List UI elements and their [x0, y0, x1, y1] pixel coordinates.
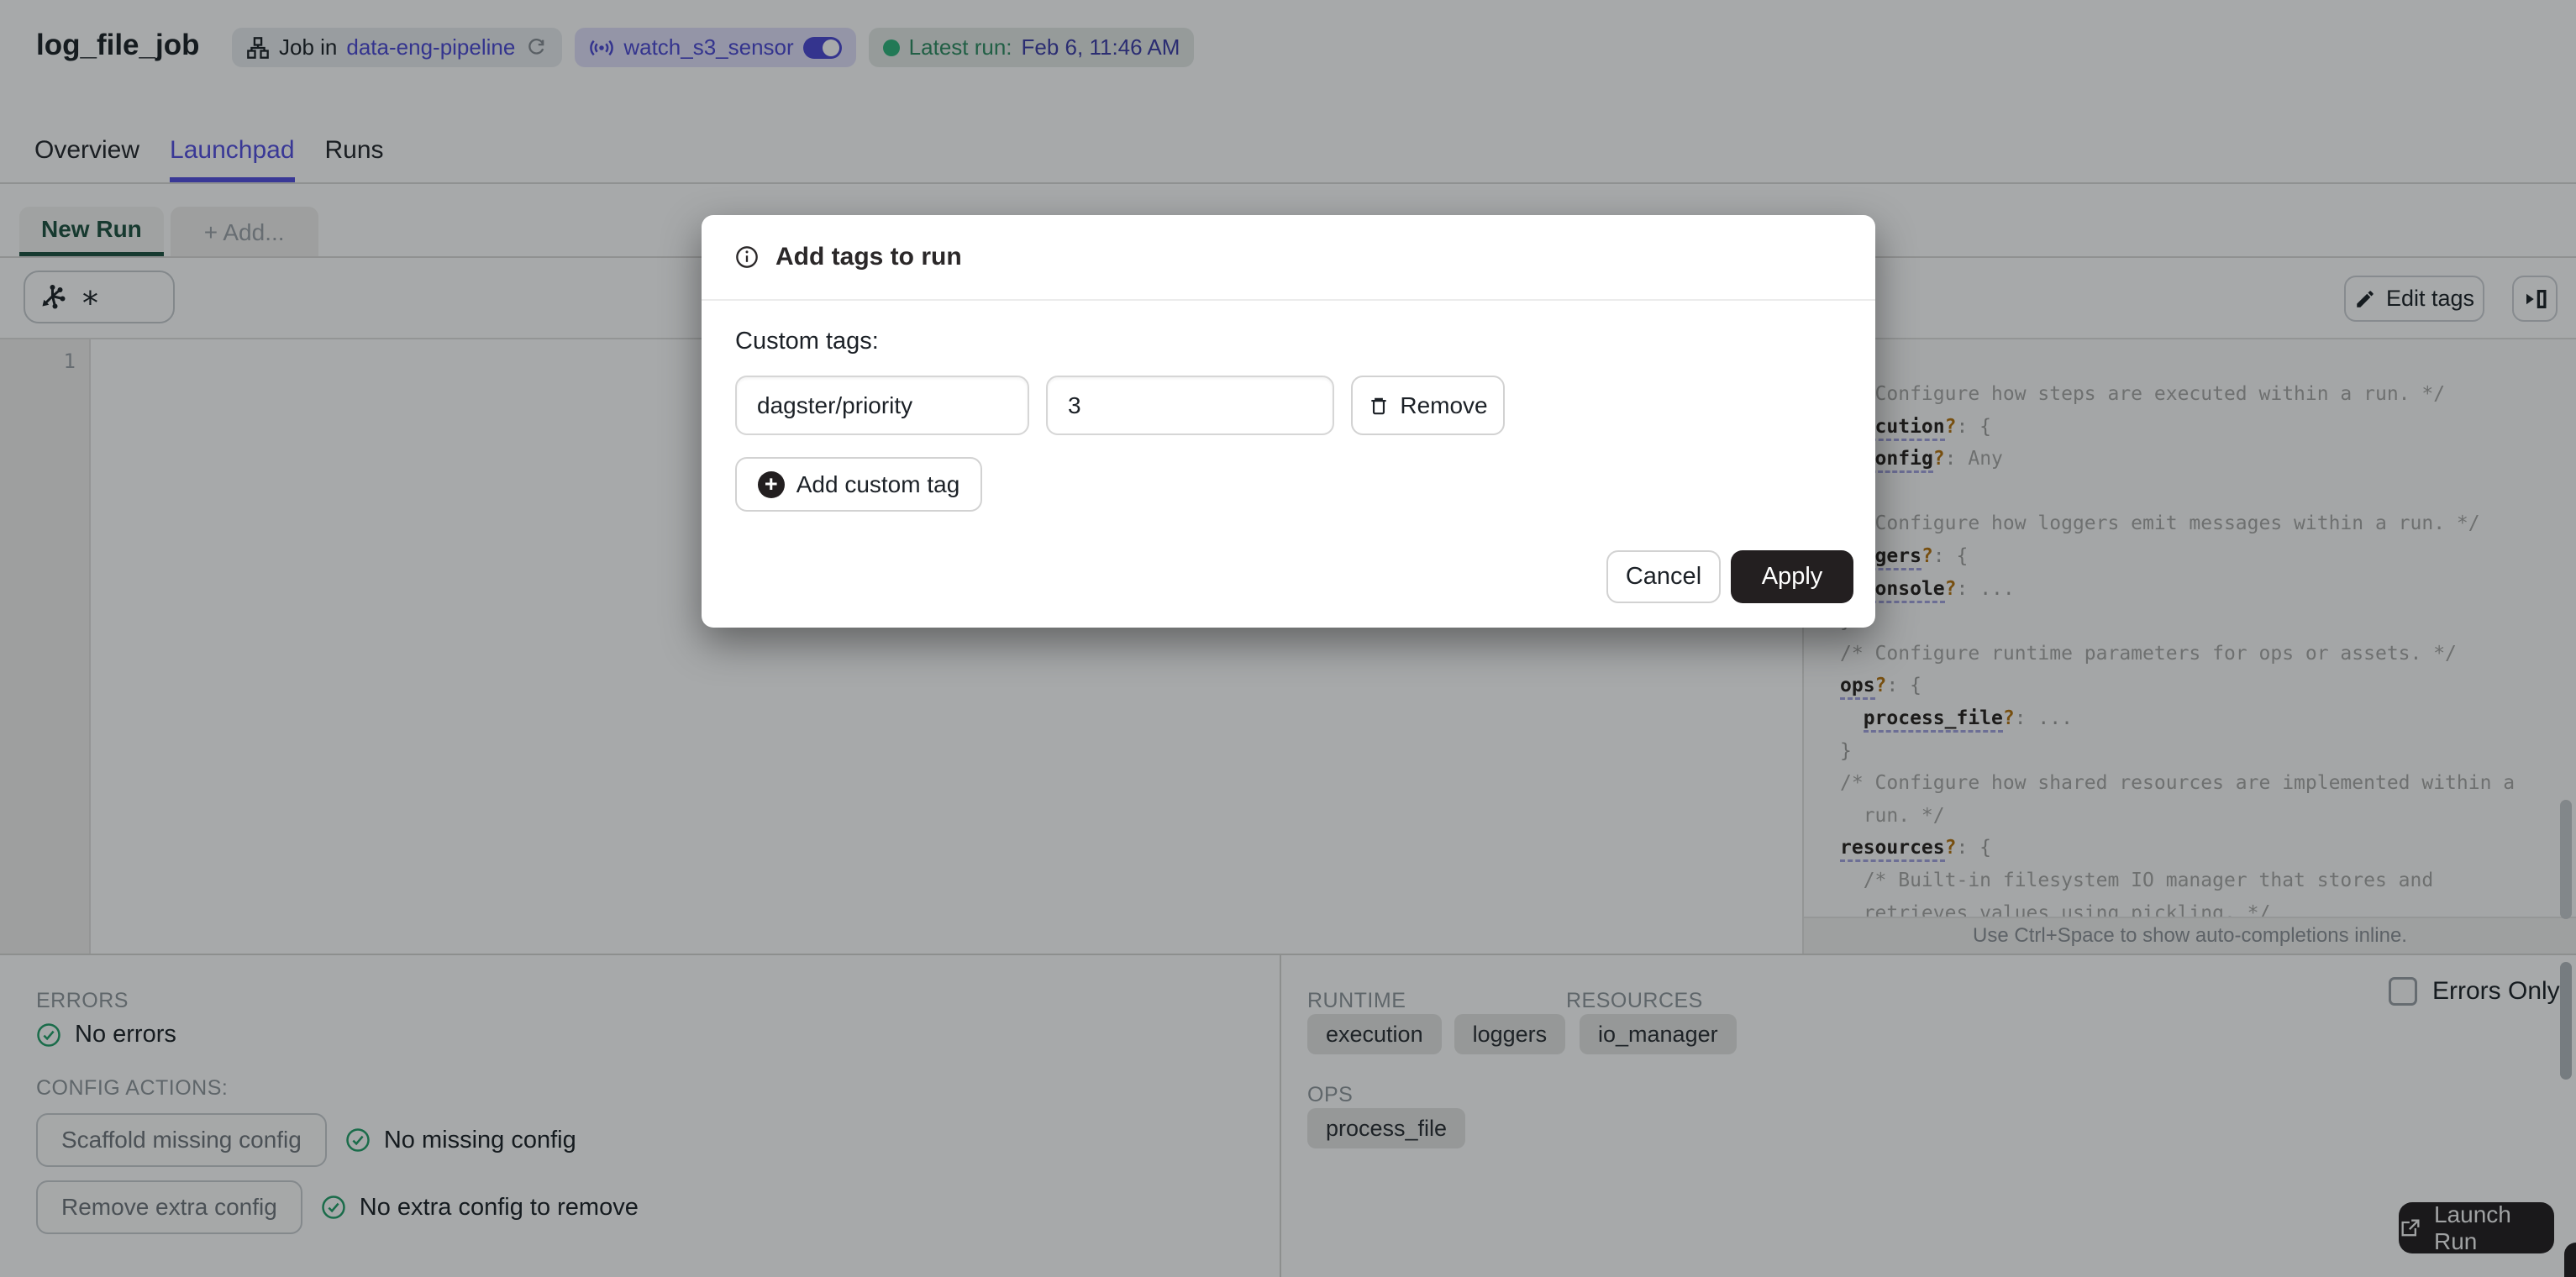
dialog-footer: Cancel Apply [1606, 550, 1853, 603]
add-tags-dialog: Add tags to run Custom tags: Remove + Ad… [702, 215, 1875, 628]
plus-circle-icon: + [757, 470, 785, 498]
remove-tag-label: Remove [1400, 392, 1488, 418]
apply-button[interactable]: Apply [1731, 550, 1853, 603]
remove-tag-button[interactable]: Remove [1351, 376, 1505, 435]
dialog-header: Add tags to run [702, 215, 1875, 301]
add-custom-tag-button[interactable]: + Add custom tag [735, 457, 982, 512]
dialog-title: Add tags to run [775, 243, 962, 271]
trash-icon [1368, 395, 1390, 417]
custom-tags-label: Custom tags: [735, 328, 879, 355]
custom-tag-row: Remove [735, 376, 1842, 435]
modal-overlay[interactable] [0, 0, 2576, 1277]
cancel-button[interactable]: Cancel [1606, 550, 1721, 603]
dialog-body: Custom tags: Remove + Add custom tag [702, 301, 1875, 512]
add-custom-tag-label: Add custom tag [796, 470, 960, 497]
info-icon [735, 245, 759, 269]
tag-value-input[interactable] [1046, 376, 1334, 435]
tag-key-input[interactable] [735, 376, 1029, 435]
